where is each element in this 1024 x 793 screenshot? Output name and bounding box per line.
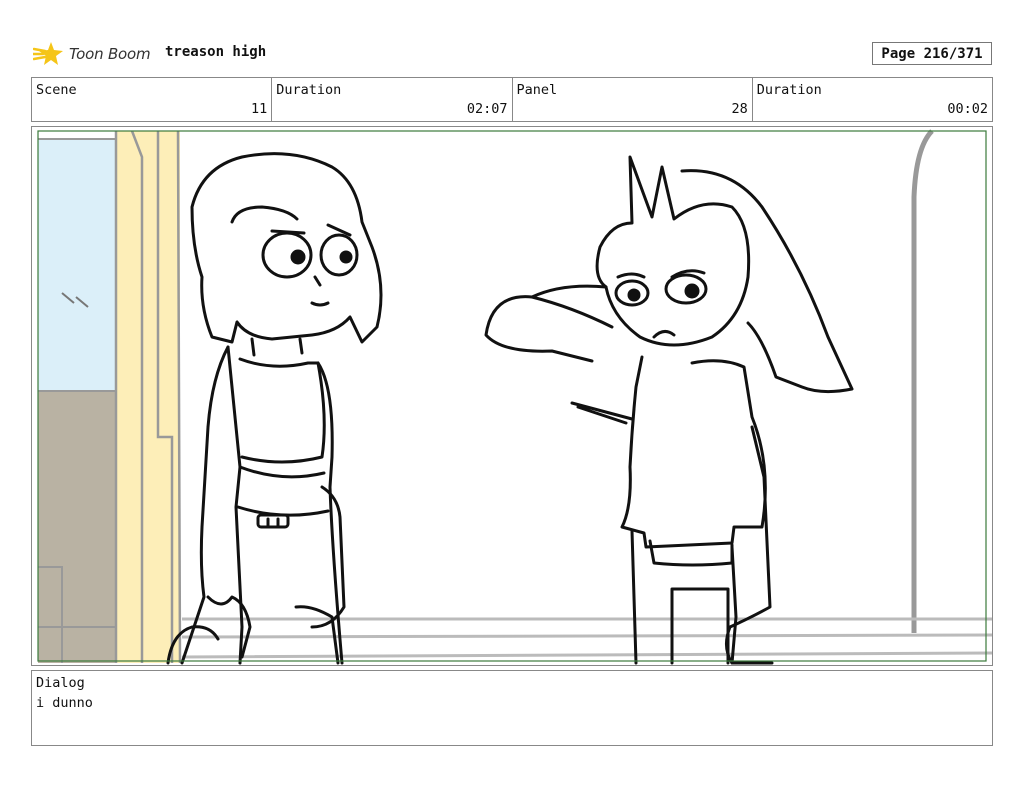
wall-panel bbox=[38, 391, 116, 663]
dialog-box: Dialog i dunno bbox=[31, 670, 993, 746]
dialog-label: Dialog bbox=[36, 675, 85, 691]
scene-cell: Scene 11 bbox=[32, 78, 273, 121]
logo-text: Toon Boom bbox=[69, 45, 151, 63]
storyboard-panel bbox=[31, 126, 993, 666]
boy-character bbox=[484, 155, 854, 665]
panel-drawing bbox=[37, 129, 992, 665]
panel-label: Panel bbox=[516, 82, 558, 98]
panel-duration-cell: Duration 00:02 bbox=[753, 78, 992, 121]
panel-value: 28 bbox=[731, 101, 748, 117]
panel-cell: Panel 28 bbox=[513, 78, 753, 121]
scene-label: Scene bbox=[36, 82, 77, 98]
panel-duration-value: 00:02 bbox=[947, 101, 988, 117]
window-glass bbox=[38, 139, 116, 391]
floor-line bbox=[181, 617, 992, 659]
panel-info-table: Scene 11 Duration 02:07 Panel 28 Duratio… bbox=[31, 77, 993, 122]
page-counter: Page 216/371 bbox=[872, 42, 992, 65]
scene-duration-value: 02:07 bbox=[466, 101, 508, 117]
far-door-frame bbox=[911, 129, 934, 633]
toon-boom-logo: Toon Boom bbox=[33, 38, 158, 70]
dialog-text: i dunno bbox=[36, 695, 93, 711]
toon-boom-star-icon bbox=[33, 42, 63, 65]
scene-value: 11 bbox=[250, 101, 268, 117]
scene-duration-label: Duration bbox=[276, 82, 342, 98]
project-title: treason high bbox=[165, 44, 267, 60]
panel-duration-label: Duration bbox=[756, 82, 822, 98]
scene-duration-cell: Duration 02:07 bbox=[272, 78, 513, 121]
girl-character bbox=[166, 152, 383, 665]
